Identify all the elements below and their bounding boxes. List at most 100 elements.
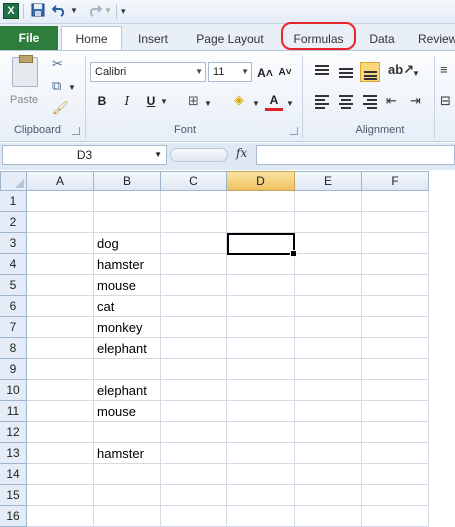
row-header[interactable]: 3 bbox=[0, 233, 27, 254]
formula-bar-handle[interactable] bbox=[170, 148, 228, 162]
cell-a11[interactable] bbox=[27, 401, 94, 422]
row-header[interactable]: 15 bbox=[0, 485, 27, 506]
undo-dropdown-icon[interactable]: ▼ bbox=[70, 3, 78, 19]
font-color-icon[interactable]: A bbox=[265, 91, 283, 111]
row-header[interactable]: 2 bbox=[0, 212, 27, 233]
cell-b1[interactable] bbox=[94, 191, 161, 212]
column-header-a[interactable]: A bbox=[27, 171, 94, 191]
align-center-icon[interactable] bbox=[336, 92, 356, 112]
cell-c4[interactable] bbox=[161, 254, 227, 275]
cell-c6[interactable] bbox=[161, 296, 227, 317]
cell-d7[interactable] bbox=[227, 317, 295, 338]
cell-f1[interactable] bbox=[362, 191, 429, 212]
cell-e15[interactable] bbox=[295, 485, 362, 506]
cell-f9[interactable] bbox=[362, 359, 429, 380]
row-header[interactable]: 5 bbox=[0, 275, 27, 296]
insert-function-icon[interactable]: fx bbox=[236, 146, 247, 160]
cell-a14[interactable] bbox=[27, 464, 94, 485]
excel-icon[interactable]: X bbox=[3, 3, 19, 19]
align-middle-icon[interactable] bbox=[336, 62, 356, 82]
row-header[interactable]: 12 bbox=[0, 422, 27, 443]
clipboard-dialog-launcher-icon[interactable] bbox=[72, 127, 80, 135]
wrap-text-icon[interactable]: ≡ bbox=[440, 62, 448, 78]
increase-indent-icon[interactable]: ⇥ bbox=[410, 93, 421, 109]
save-icon[interactable] bbox=[31, 3, 45, 19]
cell-a16[interactable] bbox=[27, 506, 94, 527]
cell-e14[interactable] bbox=[295, 464, 362, 485]
cell-c8[interactable] bbox=[161, 338, 227, 359]
cell-d11[interactable] bbox=[227, 401, 295, 422]
cell-b12[interactable] bbox=[94, 422, 161, 443]
row-header[interactable]: 8 bbox=[0, 338, 27, 359]
cell-b2[interactable] bbox=[94, 212, 161, 233]
bold-button[interactable]: B bbox=[93, 92, 111, 110]
cell-d9[interactable] bbox=[227, 359, 295, 380]
align-left-icon[interactable] bbox=[312, 92, 332, 112]
customize-qat-icon[interactable]: ▾ bbox=[121, 3, 126, 19]
cell-a5[interactable] bbox=[27, 275, 94, 296]
cell-f11[interactable] bbox=[362, 401, 429, 422]
cell-e11[interactable] bbox=[295, 401, 362, 422]
fill-color-dropdown-icon[interactable]: ▼ bbox=[252, 96, 260, 112]
cell-b10[interactable]: elephant bbox=[94, 380, 161, 401]
tab-file[interactable]: File bbox=[0, 26, 58, 50]
cell-b6[interactable]: cat bbox=[94, 296, 161, 317]
cell-f8[interactable] bbox=[362, 338, 429, 359]
column-header-d[interactable]: D bbox=[227, 171, 295, 191]
cell-d10[interactable] bbox=[227, 380, 295, 401]
cell-e10[interactable] bbox=[295, 380, 362, 401]
cell-c15[interactable] bbox=[161, 485, 227, 506]
cell-e12[interactable] bbox=[295, 422, 362, 443]
align-bottom-icon[interactable] bbox=[360, 62, 380, 82]
undo-icon[interactable] bbox=[51, 3, 68, 19]
column-header-b[interactable]: B bbox=[94, 171, 161, 191]
column-header-c[interactable]: C bbox=[161, 171, 227, 191]
cell-b11[interactable]: mouse bbox=[94, 401, 161, 422]
paste-button-label[interactable]: Paste bbox=[10, 94, 38, 106]
formula-input[interactable] bbox=[256, 145, 455, 165]
cell-f16[interactable] bbox=[362, 506, 429, 527]
cell-b15[interactable] bbox=[94, 485, 161, 506]
cell-a7[interactable] bbox=[27, 317, 94, 338]
font-size-combo[interactable]: 11 ▼ bbox=[208, 62, 252, 82]
active-cell-outline[interactable] bbox=[227, 233, 297, 257]
redo-dropdown-icon[interactable]: ▼ bbox=[104, 3, 112, 19]
orientation-dropdown-icon[interactable]: ▼ bbox=[412, 66, 420, 82]
chevron-down-icon[interactable]: ▼ bbox=[241, 63, 249, 81]
align-top-icon[interactable] bbox=[312, 62, 332, 82]
cell-c3[interactable] bbox=[161, 233, 227, 254]
redo-icon[interactable] bbox=[86, 3, 103, 19]
cell-a1[interactable] bbox=[27, 191, 94, 212]
cell-e16[interactable] bbox=[295, 506, 362, 527]
cell-e3[interactable] bbox=[295, 233, 362, 254]
cell-b9[interactable] bbox=[94, 359, 161, 380]
cell-d2[interactable] bbox=[227, 212, 295, 233]
cell-c10[interactable] bbox=[161, 380, 227, 401]
cell-d1[interactable] bbox=[227, 191, 295, 212]
cell-a9[interactable] bbox=[27, 359, 94, 380]
select-all-corner[interactable] bbox=[0, 171, 27, 191]
copy-dropdown-icon[interactable]: ▼ bbox=[68, 80, 76, 96]
cell-b8[interactable]: elephant bbox=[94, 338, 161, 359]
cell-e6[interactable] bbox=[295, 296, 362, 317]
cell-b7[interactable]: monkey bbox=[94, 317, 161, 338]
cell-e9[interactable] bbox=[295, 359, 362, 380]
italic-button[interactable]: I bbox=[118, 92, 136, 110]
row-header[interactable]: 14 bbox=[0, 464, 27, 485]
cell-a13[interactable] bbox=[27, 443, 94, 464]
cell-e1[interactable] bbox=[295, 191, 362, 212]
cell-a4[interactable] bbox=[27, 254, 94, 275]
row-header[interactable]: 10 bbox=[0, 380, 27, 401]
cell-e8[interactable] bbox=[295, 338, 362, 359]
font-color-dropdown-icon[interactable]: ▼ bbox=[286, 96, 294, 112]
cell-f14[interactable] bbox=[362, 464, 429, 485]
cell-e5[interactable] bbox=[295, 275, 362, 296]
underline-dropdown-icon[interactable]: ▼ bbox=[160, 94, 168, 110]
cell-b4[interactable]: hamster bbox=[94, 254, 161, 275]
cell-f5[interactable] bbox=[362, 275, 429, 296]
cell-e2[interactable] bbox=[295, 212, 362, 233]
cell-d13[interactable] bbox=[227, 443, 295, 464]
fill-color-icon[interactable]: ◈ bbox=[234, 92, 244, 108]
underline-button[interactable]: U bbox=[142, 92, 160, 110]
row-header[interactable]: 9 bbox=[0, 359, 27, 380]
